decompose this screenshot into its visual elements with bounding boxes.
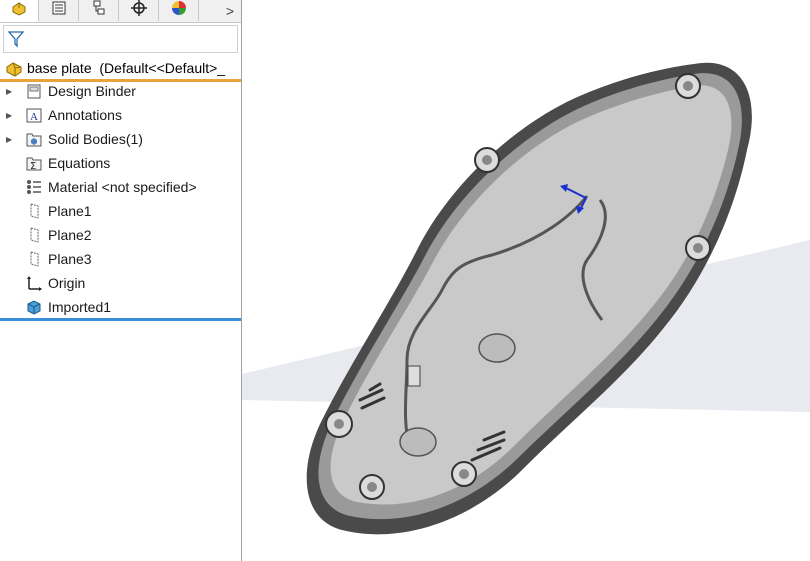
- expand-arrow-icon[interactable]: ▶: [6, 135, 18, 144]
- plane-icon: [24, 249, 44, 269]
- base-plate-model: [306, 62, 752, 535]
- tab-display-manager[interactable]: [160, 0, 199, 21]
- tab-configuration-manager[interactable]: [80, 0, 119, 21]
- equations-icon: Σ: [24, 153, 44, 173]
- rollback-bar[interactable]: [0, 318, 241, 321]
- tree-item-imported1[interactable]: Imported1: [0, 295, 241, 319]
- root-label: base plate (Default<<Default>_: [27, 60, 226, 76]
- more-tabs-button[interactable]: >: [219, 0, 241, 21]
- tree-item-label: Imported1: [48, 299, 112, 315]
- tab-feature-manager[interactable]: [0, 0, 39, 22]
- graphics-viewport[interactable]: [242, 0, 810, 561]
- expand-arrow-icon[interactable]: ▶: [6, 87, 18, 96]
- svg-text:Σ: Σ: [30, 161, 36, 172]
- feature-manager-panel: > base plate (Default<<Default>_ ▶ Desig…: [0, 0, 242, 561]
- tree-item-solid-bodies[interactable]: ▶ Solid Bodies(1): [0, 127, 241, 151]
- manager-tabs: >: [0, 0, 241, 23]
- tree-item-label: Equations: [48, 155, 111, 171]
- tab-property-manager[interactable]: [40, 0, 79, 21]
- display-manager-icon: [170, 0, 188, 22]
- property-manager-icon: [50, 0, 68, 22]
- annotations-icon: A: [24, 105, 44, 125]
- tree-item-label: Material <not specified>: [48, 179, 197, 195]
- tree-item-plane1[interactable]: Plane1: [0, 199, 241, 223]
- tree-item-label: Design Binder: [48, 83, 136, 99]
- plane-icon: [24, 225, 44, 245]
- tree-item-plane2[interactable]: Plane2: [0, 223, 241, 247]
- tree-item-label: Origin: [48, 275, 86, 291]
- tree-item-annotations[interactable]: ▶ A Annotations: [0, 103, 241, 127]
- tree-item-label: Plane2: [48, 227, 92, 243]
- expand-arrow-icon[interactable]: ▶: [6, 111, 18, 120]
- tree-item-label: Annotations: [48, 107, 122, 123]
- tree-item-equations[interactable]: Σ Equations: [0, 151, 241, 175]
- dimxpert-icon: [130, 0, 148, 22]
- feature-manager-icon: [10, 0, 28, 22]
- imported-feature-icon: [24, 297, 44, 317]
- tree-item-label: Solid Bodies(1): [48, 131, 143, 147]
- filter-icon: [7, 30, 25, 53]
- tree-item-design-binder[interactable]: ▶ Design Binder: [0, 79, 241, 103]
- design-binder-icon: [24, 81, 44, 101]
- origin-icon: [24, 273, 44, 293]
- svg-text:A: A: [30, 111, 38, 123]
- tree-item-plane3[interactable]: Plane3: [0, 247, 241, 271]
- configuration-manager-icon: [90, 0, 108, 22]
- tree-item-label: Plane3: [48, 251, 92, 267]
- plane-icon: [24, 201, 44, 221]
- tab-dimxpert[interactable]: [120, 0, 159, 21]
- tree-item-origin[interactable]: Origin: [0, 271, 241, 295]
- solid-bodies-icon: [24, 129, 44, 149]
- part-icon: [5, 59, 23, 77]
- tree-item-label: Plane1: [48, 203, 92, 219]
- material-icon: [24, 177, 44, 197]
- model-view: [242, 62, 810, 535]
- chevron-right-icon: >: [225, 2, 235, 19]
- tree-item-material[interactable]: Material <not specified>: [0, 175, 241, 199]
- tree-filter[interactable]: [3, 25, 238, 53]
